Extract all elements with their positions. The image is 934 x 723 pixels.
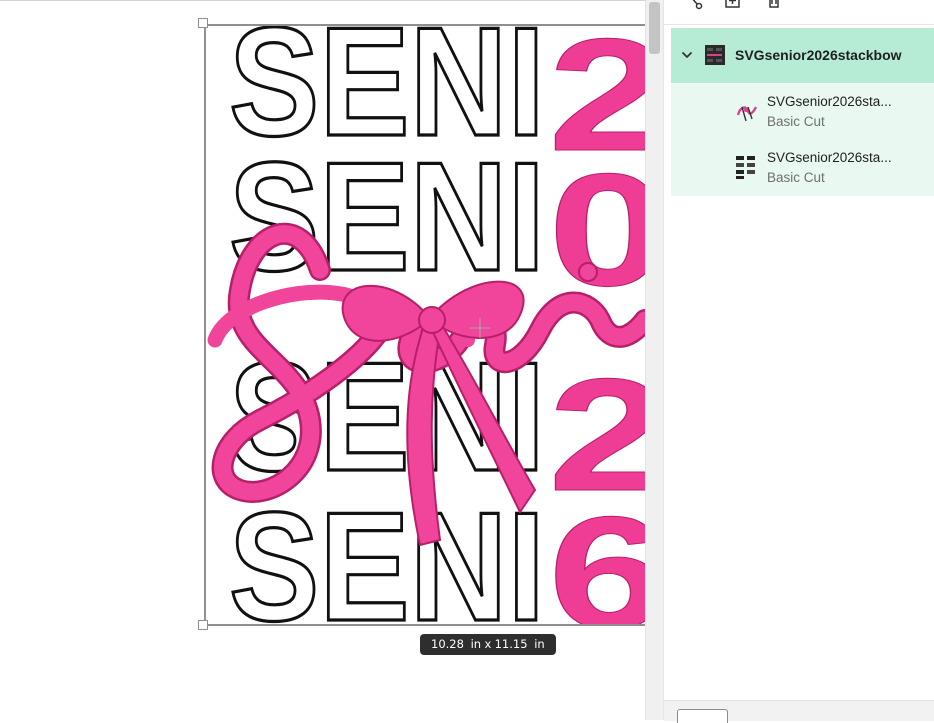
resize-handle-bottom-left[interactable] [198, 620, 208, 630]
duplicate-icon[interactable] [724, 0, 742, 10]
layer-type: Basic Cut [767, 170, 825, 185]
group-name: SVGsenior2026stackbow [735, 47, 902, 63]
height-unit: in [534, 637, 545, 651]
year-digit-2: 0 [548, 140, 645, 319]
height-value: 11.15 [494, 637, 528, 651]
layer-row[interactable]: SVGsenior2026sta... Basic Cut [671, 140, 934, 196]
group-thumbnail-icon [705, 45, 725, 65]
layer-children: SVGsenior2026sta... Basic Cut SVGsenior2… [671, 84, 934, 196]
stack-word-2: SENI [229, 130, 545, 303]
layers-toolbar [664, 0, 934, 25]
layer-name: SVGsenior2026sta... [767, 150, 892, 165]
resize-handle-top-left[interactable] [198, 18, 208, 28]
scrollbar-thumb[interactable] [649, 2, 660, 54]
delete-icon[interactable] [765, 0, 783, 10]
layer-thumbnail-icon [736, 156, 755, 179]
panel-footer [664, 700, 934, 723]
artwork-image[interactable]: SENI SENI SENI SENI 2 0 2 6 [0, 0, 645, 720]
design-canvas[interactable]: SENI SENI SENI SENI 2 0 2 6 10.28 in x 1… [0, 0, 645, 720]
stack-word-4: SENI [229, 480, 545, 653]
layer-thumbnail-icon [736, 106, 758, 122]
width-value: 10.28 [431, 637, 464, 651]
layer-type: Basic Cut [767, 114, 825, 129]
selection-dimensions-tooltip: 10.28 in x 11.15 in [420, 634, 556, 655]
year-digit-4: 6 [548, 483, 645, 662]
group-icon[interactable] [685, 0, 703, 10]
layer-row[interactable]: SVGsenior2026sta... Basic Cut [671, 84, 934, 140]
dimension-separator: x [484, 637, 492, 651]
layers-panel: SVGsenior2026stackbow SVGsenior2026sta..… [663, 0, 934, 723]
width-unit: in [470, 637, 482, 651]
canvas-vertical-scrollbar[interactable] [645, 0, 663, 720]
footer-button[interactable] [677, 709, 728, 723]
layer-name: SVGsenior2026sta... [767, 94, 892, 109]
layer-group-row[interactable]: SVGsenior2026stackbow [671, 28, 934, 83]
chevron-down-icon[interactable] [680, 48, 694, 62]
